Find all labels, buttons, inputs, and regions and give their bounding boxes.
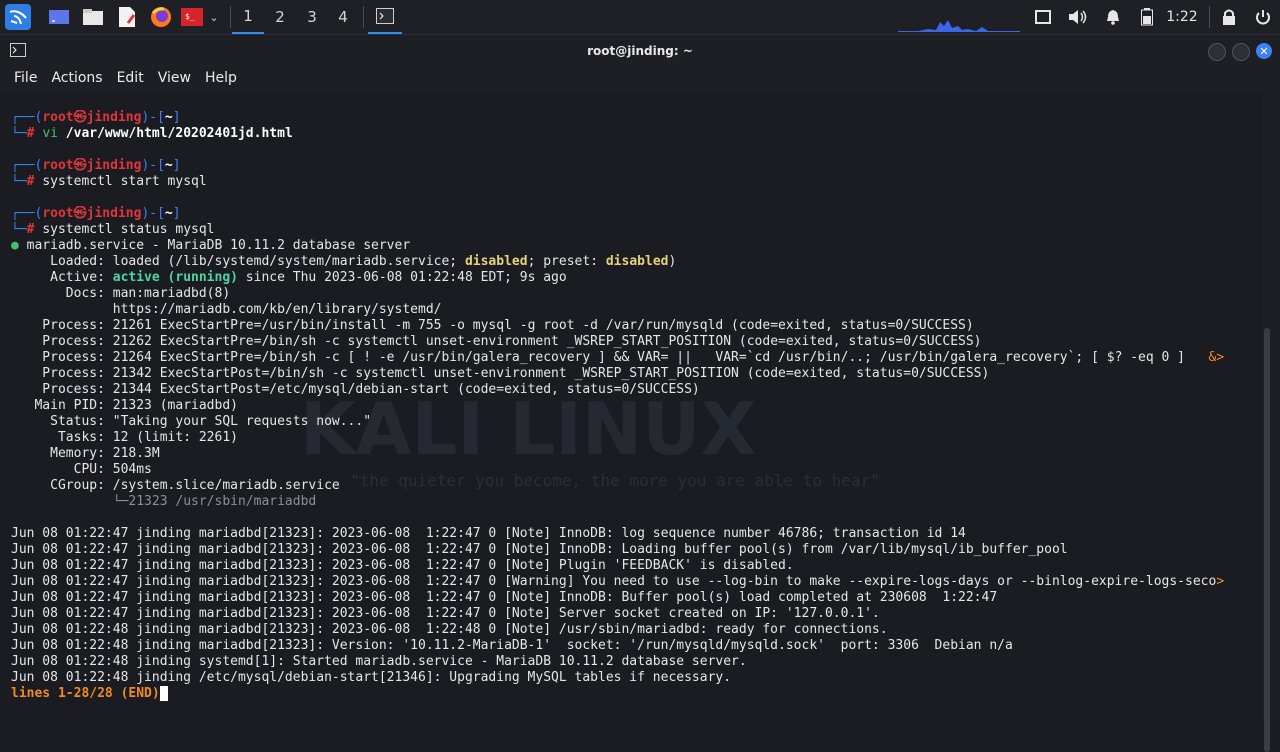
command-line: └─# vi /var/www/html/20202401jd.html	[11, 126, 293, 141]
pager-status: lines 1-28/28 (END)_	[11, 686, 168, 701]
top-panel: $_ ⌄ 1 2 3 4 1:22	[0, 0, 1280, 35]
terminal-scrollbar[interactable]	[1264, 328, 1270, 752]
workspace-3[interactable]: 3	[296, 0, 328, 34]
power-icon[interactable]	[1252, 0, 1274, 34]
log-line: Jun 08 01:22:47 jinding mariadbd[21323]:…	[11, 526, 966, 541]
menu-actions[interactable]: Actions	[44, 70, 109, 86]
kali-menu-icon[interactable]	[4, 0, 32, 34]
text-cursor: _	[159, 686, 168, 701]
close-icon: ✕	[1259, 44, 1269, 58]
file-manager-icon[interactable]	[80, 0, 106, 34]
log-line: Jun 08 01:22:47 jinding mariadbd[21323]:…	[11, 606, 880, 621]
command-line: └─# systemctl status mysql	[11, 222, 215, 237]
prompt-line: ┌──(root㉿jinding)-[~]	[11, 110, 181, 125]
log-line: Jun 08 01:22:47 jinding mariadbd[21323]:…	[11, 542, 1068, 557]
notifications-bell-icon[interactable]	[1102, 0, 1124, 34]
log-line: Jun 08 01:22:48 jinding mariadbd[21323]:…	[11, 622, 888, 637]
taskbar-terminal-window[interactable]	[368, 0, 402, 34]
window-title: root@jinding: ~	[587, 44, 693, 58]
status-service-line: ● mariadb.service - MariaDB 10.11.2 data…	[11, 238, 411, 253]
log-line: Jun 08 01:22:48 jinding /etc/mysql/debia…	[11, 670, 732, 685]
log-line: Jun 08 01:22:47 jinding mariadbd[21323]:…	[11, 590, 998, 605]
svg-text:$_: $_	[185, 12, 195, 21]
prompt-line: ┌──(root㉿jinding)-[~]	[11, 158, 181, 173]
window-titlebar[interactable]: root@jinding: ~ ✕	[0, 36, 1280, 66]
menu-help[interactable]: Help	[198, 70, 244, 86]
close-button[interactable]: ✕	[1256, 43, 1272, 59]
lock-screen-icon[interactable]	[1218, 0, 1240, 34]
workspace-4[interactable]: 4	[327, 0, 359, 34]
menu-view[interactable]: View	[151, 70, 198, 86]
clock[interactable]: 1:22	[1164, 0, 1200, 34]
window-terminal-icon	[10, 43, 26, 60]
terminal-output[interactable]: KALI LINUX "the quieter you become, the …	[0, 94, 1262, 720]
cpu-usage-graph	[898, 0, 1020, 34]
text-editor-icon[interactable]	[114, 0, 140, 34]
workspace-2[interactable]: 2	[264, 0, 296, 34]
window-list-icon[interactable]	[1032, 0, 1054, 34]
launcher-dropdown-chevron-icon[interactable]: ⌄	[206, 0, 222, 34]
menubar: File Actions Edit View Help	[0, 66, 1280, 90]
maximize-button[interactable]	[1232, 43, 1250, 61]
terminal-launcher-icon[interactable]: $_	[180, 0, 204, 34]
command-line: └─# systemctl start mysql	[11, 174, 207, 189]
log-line: Jun 08 01:22:48 jinding systemd[1]: Star…	[11, 654, 747, 669]
menu-edit[interactable]: Edit	[110, 70, 151, 86]
battery-icon[interactable]	[1136, 0, 1158, 34]
terminal-lines: ┌──(root㉿jinding)-[~] └─# vi /var/www/ht…	[11, 110, 1261, 702]
minimize-button[interactable]	[1208, 43, 1226, 61]
terminal-window: root@jinding: ~ ✕ File Actions Edit View…	[0, 36, 1280, 752]
menu-file[interactable]: File	[0, 70, 44, 86]
volume-icon[interactable]	[1066, 0, 1090, 34]
firefox-icon[interactable]	[148, 0, 174, 34]
workspace-1[interactable]: 1	[232, 0, 264, 34]
log-line: Jun 08 01:22:48 jinding mariadbd[21323]:…	[11, 638, 1013, 653]
prompt-line: ┌──(root㉿jinding)-[~]	[11, 206, 181, 221]
log-line: Jun 08 01:22:47 jinding mariadbd[21323]:…	[11, 574, 1225, 589]
show-desktop-icon[interactable]	[46, 0, 72, 34]
log-line: Jun 08 01:22:47 jinding mariadbd[21323]:…	[11, 558, 794, 573]
